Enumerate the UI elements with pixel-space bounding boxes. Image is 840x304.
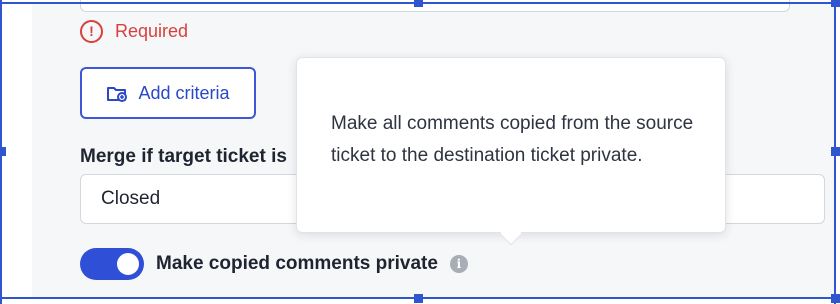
resize-handle-top-right[interactable] <box>831 0 840 7</box>
resize-handle-bottom-right[interactable] <box>831 294 840 303</box>
resize-handle-left[interactable] <box>0 147 6 156</box>
add-criteria-label: Add criteria <box>138 82 230 103</box>
private-comments-row: Make copied comments private i <box>80 248 468 280</box>
merge-field-label: Merge if target ticket is <box>80 146 287 167</box>
tooltip-text: Make all comments copied from the source… <box>331 113 694 166</box>
merge-status-value: Closed <box>101 188 161 209</box>
error-message: Required <box>115 20 189 41</box>
exclamation-circle-icon: ! <box>80 19 103 43</box>
add-criteria-button[interactable]: Add criteria <box>80 67 256 119</box>
resize-handle-top[interactable] <box>414 0 423 7</box>
info-icon[interactable]: i <box>449 255 468 273</box>
toggle-knob <box>117 253 139 275</box>
editor-canvas: ! Required Add criteria Merge if target … <box>0 0 840 304</box>
private-comments-label: Make copied comments private <box>156 253 438 274</box>
private-comments-toggle[interactable] <box>80 248 144 280</box>
info-tooltip: Make all comments copied from the source… <box>296 57 726 246</box>
add-filter-icon <box>106 83 128 103</box>
resize-handle-right[interactable] <box>831 147 840 156</box>
required-error: ! Required <box>80 19 188 43</box>
resize-handle-bottom[interactable] <box>414 294 423 303</box>
